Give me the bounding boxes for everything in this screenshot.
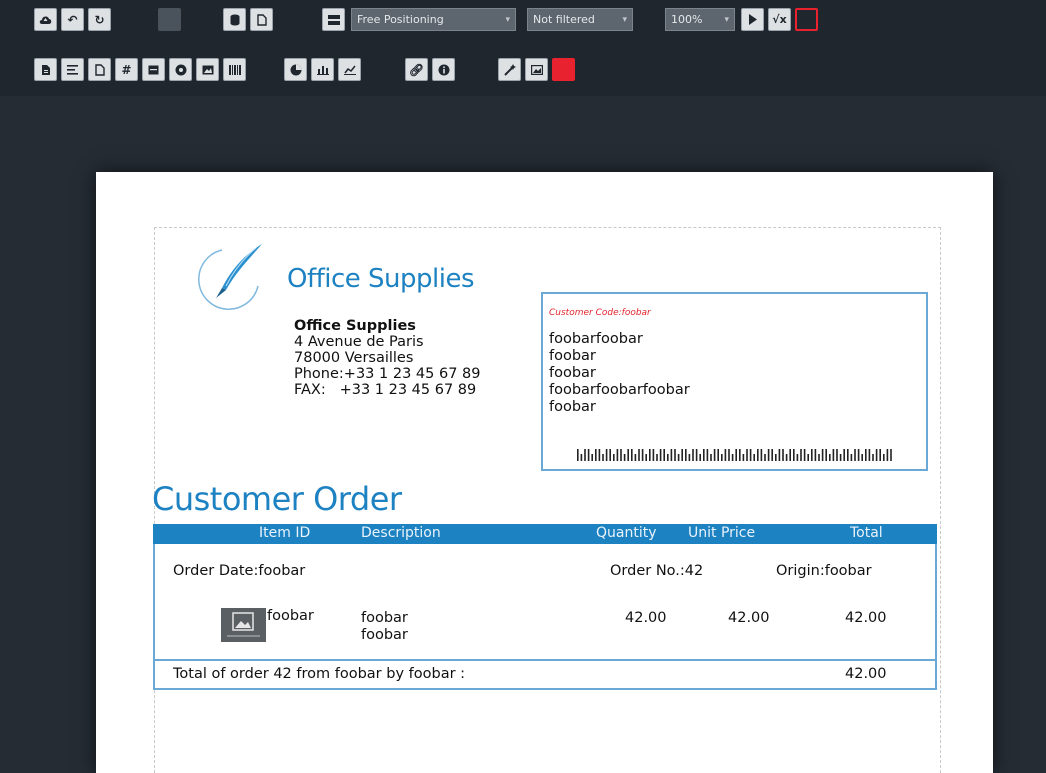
- text-icon[interactable]: [61, 58, 84, 81]
- toolbar-row-1: ↶ ↻ Free Positioning ▾ Not filtered ▾ 100%…: [0, 2, 1046, 36]
- link-icon[interactable]: 🔗︎: [405, 58, 428, 81]
- customer-line: foobarfoobarfoobar: [549, 382, 690, 398]
- customer-line: foobarfoobar: [549, 331, 643, 347]
- col-description: Description: [361, 525, 441, 541]
- formula-icon[interactable]: √x: [768, 8, 791, 31]
- customer-address-lines: foobarfoobar foobar foobar foobarfoobarf…: [549, 331, 690, 416]
- band-icon[interactable]: [322, 8, 345, 31]
- company-address-block[interactable]: Office Supplies 4 Avenue de Paris 78000 …: [294, 318, 480, 398]
- col-item-id: Item ID: [259, 525, 311, 541]
- item-description-1: foobar: [361, 610, 408, 626]
- chevron-down-icon: ▾: [622, 14, 627, 25]
- customer-line: foobar: [549, 348, 596, 364]
- database-icon[interactable]: [223, 8, 246, 31]
- order-date: Order Date:foobar: [173, 563, 306, 579]
- table-header[interactable]: Item ID Description Quantity Unit Price …: [153, 524, 937, 544]
- info-icon[interactable]: [432, 58, 455, 81]
- undo-icon[interactable]: ↶: [61, 8, 84, 31]
- customer-box[interactable]: Customer Code:foobar foobarfoobar foobar…: [541, 292, 928, 471]
- col-unit-price: Unit Price: [688, 525, 756, 541]
- page-icon[interactable]: [250, 8, 273, 31]
- item-total: 42.00: [845, 610, 887, 626]
- document-icon[interactable]: [34, 58, 57, 81]
- product-image-placeholder[interactable]: [221, 608, 266, 642]
- page-number-icon[interactable]: [88, 58, 111, 81]
- play-icon[interactable]: [741, 8, 764, 31]
- pie-chart-icon[interactable]: [284, 58, 307, 81]
- cloud-upload-icon[interactable]: [34, 8, 57, 31]
- customer-code: Customer Code:foobar: [549, 308, 651, 318]
- hash-icon[interactable]: #: [115, 58, 138, 81]
- quill-logo: [198, 244, 262, 310]
- customer-line: foobar: [549, 365, 596, 381]
- order-summary-total: 42.00: [845, 666, 887, 682]
- red-frame-icon[interactable]: [795, 8, 818, 31]
- chevron-down-icon: ▾: [505, 14, 510, 25]
- barcode-icon[interactable]: [223, 58, 246, 81]
- company-city: 78000 Versailles: [294, 350, 414, 366]
- item-id: foobar: [267, 608, 314, 624]
- report-page: Office Supplies Office Supplies 4 Avenue…: [96, 172, 993, 773]
- order-detail-box[interactable]: Order Date:foobar Order No.:42 Origin:fo…: [153, 544, 937, 690]
- redo-icon[interactable]: ↻: [88, 8, 111, 31]
- line-chart-icon[interactable]: [338, 58, 361, 81]
- order-origin: Origin:foobar: [776, 563, 872, 579]
- col-total: Total: [850, 525, 883, 541]
- customer-line: foobar: [549, 399, 596, 415]
- filter-value: Not filtered: [533, 13, 595, 26]
- col-quantity: Quantity: [596, 525, 657, 541]
- image-frame-icon[interactable]: [525, 58, 548, 81]
- order-title[interactable]: Customer Order: [152, 480, 402, 518]
- positioning-value: Free Positioning: [357, 13, 444, 26]
- image-icon[interactable]: [196, 58, 219, 81]
- red-square-icon[interactable]: [552, 58, 575, 81]
- order-summary-text: Total of order 42 from foobar by foobar …: [173, 666, 466, 682]
- report-designer-toolbar: ↶ ↻ Free Positioning ▾ Not filtered ▾ 100%…: [0, 0, 1046, 96]
- company-street: 4 Avenue de Paris: [294, 334, 424, 350]
- postal-barcode: [577, 449, 892, 461]
- magic-icon[interactable]: [498, 58, 521, 81]
- bar-chart-icon[interactable]: [311, 58, 334, 81]
- company-phone: Phone:+33 1 23 45 67 89: [294, 366, 481, 382]
- zoom-select[interactable]: 100% ▾: [665, 8, 735, 31]
- circle-icon[interactable]: [169, 58, 192, 81]
- margin-guide-right: [940, 227, 941, 773]
- margin-guide-top: [154, 227, 941, 228]
- item-description-2: foobar: [361, 627, 408, 643]
- filter-select[interactable]: Not filtered ▾: [527, 8, 633, 31]
- disabled-icon: [158, 8, 181, 31]
- positioning-select[interactable]: Free Positioning ▾: [351, 8, 516, 31]
- order-number: Order No.:42: [610, 563, 704, 579]
- summary-divider: [155, 659, 935, 661]
- company-name: Office Supplies: [294, 318, 416, 334]
- zoom-value: 100%: [671, 13, 703, 26]
- company-fax: FAX: +33 1 23 45 67 89: [294, 382, 477, 398]
- calendar-icon[interactable]: [142, 58, 165, 81]
- toolbar-row-2: # 🔗︎: [0, 52, 1046, 86]
- item-quantity: 42.00: [625, 610, 667, 626]
- logo-title[interactable]: Office Supplies: [287, 264, 475, 294]
- chevron-down-icon: ▾: [724, 14, 729, 25]
- item-unit-price: 42.00: [728, 610, 770, 626]
